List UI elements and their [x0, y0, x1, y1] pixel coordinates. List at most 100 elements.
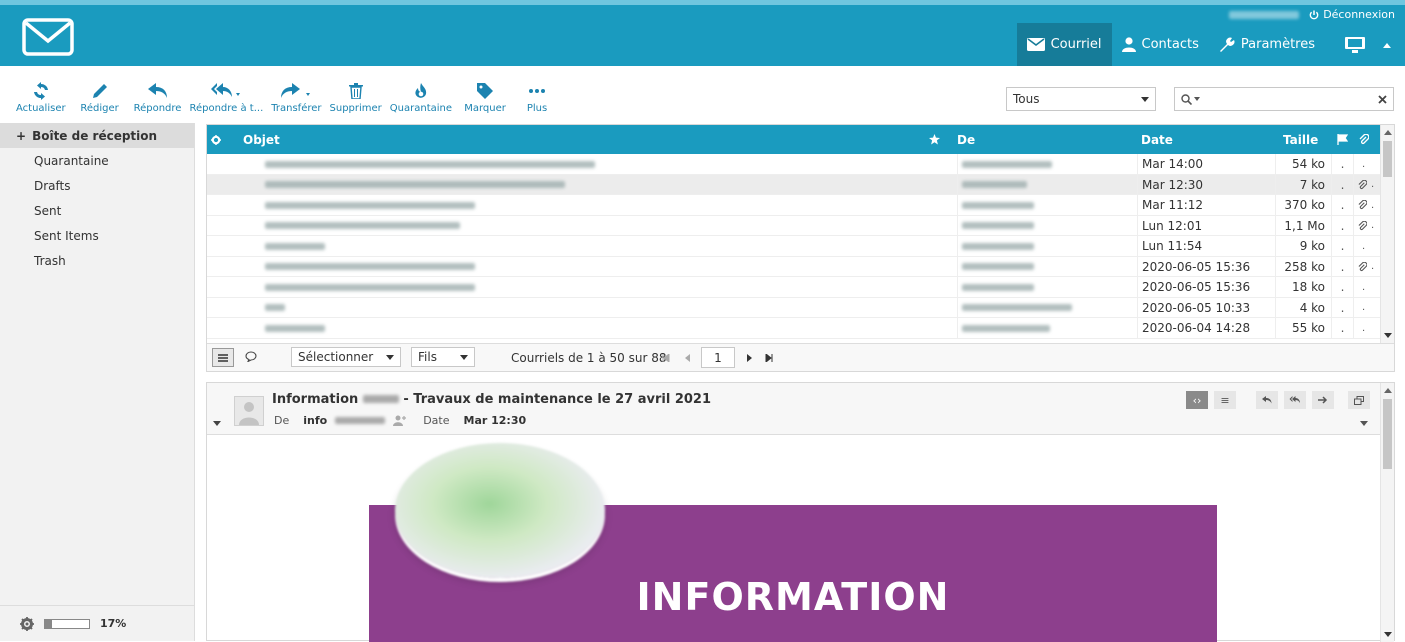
prev-page-icon[interactable] [684, 354, 690, 362]
row-flag[interactable]: . [1331, 236, 1353, 256]
logout-link[interactable]: Déconnexion [1309, 8, 1395, 21]
redacted-subject [265, 242, 325, 250]
html-view-icon[interactable]: ‹› [1186, 391, 1208, 409]
first-page-icon[interactable] [662, 354, 670, 362]
folder-label: Trash [34, 253, 66, 268]
add-contact-icon[interactable] [393, 415, 407, 426]
next-page-icon[interactable] [747, 354, 753, 362]
scroll-up-icon[interactable] [1384, 129, 1392, 135]
row-flag[interactable]: . [1331, 215, 1353, 236]
page-input[interactable]: 1 [701, 347, 735, 368]
thread-view-icon[interactable] [245, 351, 257, 365]
list-scrollbar[interactable] [1380, 125, 1394, 343]
reply-button[interactable]: Répondre [130, 80, 186, 114]
folder-drafts[interactable]: Drafts [0, 173, 194, 198]
clear-icon[interactable] [1378, 94, 1387, 104]
list-scroll-thumb[interactable] [1383, 141, 1392, 177]
star-icon[interactable] [929, 125, 940, 154]
row-flag[interactable]: . [1331, 256, 1353, 277]
table-row[interactable]: 2020-06-05 15:36 258 ko.. [207, 256, 1381, 277]
folder-sent[interactable]: Sent [0, 198, 194, 223]
folder-inbox[interactable]: + Boîte de réception [0, 123, 194, 148]
folder-label: Drafts [34, 178, 71, 193]
col-date[interactable]: Date [1141, 125, 1173, 154]
page-number: 1 [714, 350, 722, 365]
mark-button[interactable]: Marquer [456, 80, 514, 114]
nav-contacts[interactable]: Contacts [1112, 23, 1209, 66]
list-options-gear-icon[interactable] [211, 125, 221, 154]
table-row[interactable]: Mar 14:00 54 ko.. [207, 154, 1381, 175]
delete-button[interactable]: Supprimer [326, 80, 386, 114]
row-flag[interactable]: . [1331, 277, 1353, 297]
table-row[interactable]: 2020-06-05 15:36 18 ko.. [207, 277, 1381, 298]
forward-icon[interactable] [1312, 391, 1334, 409]
col-from[interactable]: De [957, 125, 975, 154]
scroll-down-icon[interactable] [1384, 632, 1392, 638]
threads-dropdown[interactable]: Fils [411, 347, 475, 367]
filter-select[interactable]: Tous [1006, 87, 1156, 111]
row-flag[interactable]: . [1331, 154, 1353, 174]
headers-caret-icon[interactable] [1360, 421, 1368, 426]
folder-quarantine[interactable]: Quarantaine [0, 148, 194, 173]
plus-icon[interactable]: + [16, 129, 26, 143]
envelope-icon [1026, 38, 1045, 51]
folder-trash[interactable]: Trash [0, 248, 194, 273]
table-row[interactable]: Lun 12:01 1,1 Mo.. [207, 215, 1381, 236]
quota-bar [44, 618, 90, 629]
nav-courriel[interactable]: Courriel [1016, 23, 1112, 66]
redacted-subject [265, 304, 285, 311]
layout-toggle[interactable] [1325, 23, 1405, 66]
threads-label: Fils [418, 350, 437, 364]
caret-down-icon [1141, 96, 1149, 102]
gear-icon[interactable] [20, 616, 34, 631]
row-flag[interactable]: . [1331, 195, 1353, 215]
delete-label: Supprimer [329, 103, 382, 114]
reply-all-button[interactable]: Répondre à t... [185, 80, 267, 114]
scroll-down-icon[interactable] [1384, 333, 1392, 339]
nav-parametres[interactable]: Paramètres [1209, 23, 1325, 66]
row-subject [265, 318, 955, 338]
row-subject [265, 154, 955, 174]
preview-scrollbar[interactable] [1380, 383, 1394, 642]
preview-scroll-thumb[interactable] [1383, 399, 1392, 469]
list-header: Objet De Date Taille [207, 125, 1394, 154]
list-view-icon[interactable] [212, 348, 234, 367]
table-row[interactable]: Lun 11:54 9 ko.. [207, 236, 1381, 257]
row-size: 258 ko [1275, 256, 1331, 277]
from-value[interactable]: info [303, 414, 327, 427]
compose-button[interactable]: Rédiger [70, 80, 130, 114]
folder-sent-items[interactable]: Sent Items [0, 223, 194, 248]
open-window-icon[interactable] [1348, 391, 1370, 409]
row-flag[interactable]: . [1331, 297, 1353, 318]
search-input[interactable] [1174, 87, 1394, 111]
flag-icon[interactable] [1337, 125, 1348, 154]
monitor-icon [1345, 36, 1365, 53]
table-row[interactable]: 2020-06-04 14:28 55 ko.. [207, 318, 1381, 339]
tag-icon [477, 83, 494, 99]
col-subject[interactable]: Objet [243, 125, 280, 154]
plain-view-icon[interactable]: ≡ [1214, 391, 1236, 409]
table-row[interactable]: 2020-06-05 10:33 4 ko.. [207, 297, 1381, 318]
attachment-icon[interactable] [1359, 125, 1369, 154]
quarantine-button[interactable]: Quarantaine [386, 80, 456, 114]
refresh-button[interactable]: Actualiser [12, 80, 70, 114]
row-attachment: . [1353, 154, 1381, 174]
scroll-up-icon[interactable] [1384, 387, 1392, 393]
reply-icon[interactable] [1256, 391, 1278, 409]
row-flag[interactable]: . [1331, 174, 1353, 195]
forward-label: Transférer [271, 103, 322, 114]
col-size[interactable]: Taille [1283, 125, 1318, 154]
select-dropdown[interactable]: Sélectionner [291, 347, 401, 367]
last-page-icon[interactable] [765, 354, 773, 362]
collapse-caret-icon[interactable] [213, 421, 221, 426]
col-subject-label: Objet [243, 132, 280, 147]
table-row[interactable]: Mar 11:12 370 ko.. [207, 195, 1381, 216]
search-options[interactable] [1181, 93, 1200, 105]
table-row[interactable]: Mar 12:30 7 ko.. [207, 174, 1381, 195]
row-attachment: . [1353, 256, 1381, 277]
reply-all-icon[interactable] [1284, 391, 1306, 409]
more-button[interactable]: Plus [514, 80, 560, 114]
mail-logo-icon[interactable] [22, 18, 74, 56]
row-flag[interactable]: . [1331, 318, 1353, 338]
forward-button[interactable]: Transférer [267, 80, 325, 114]
